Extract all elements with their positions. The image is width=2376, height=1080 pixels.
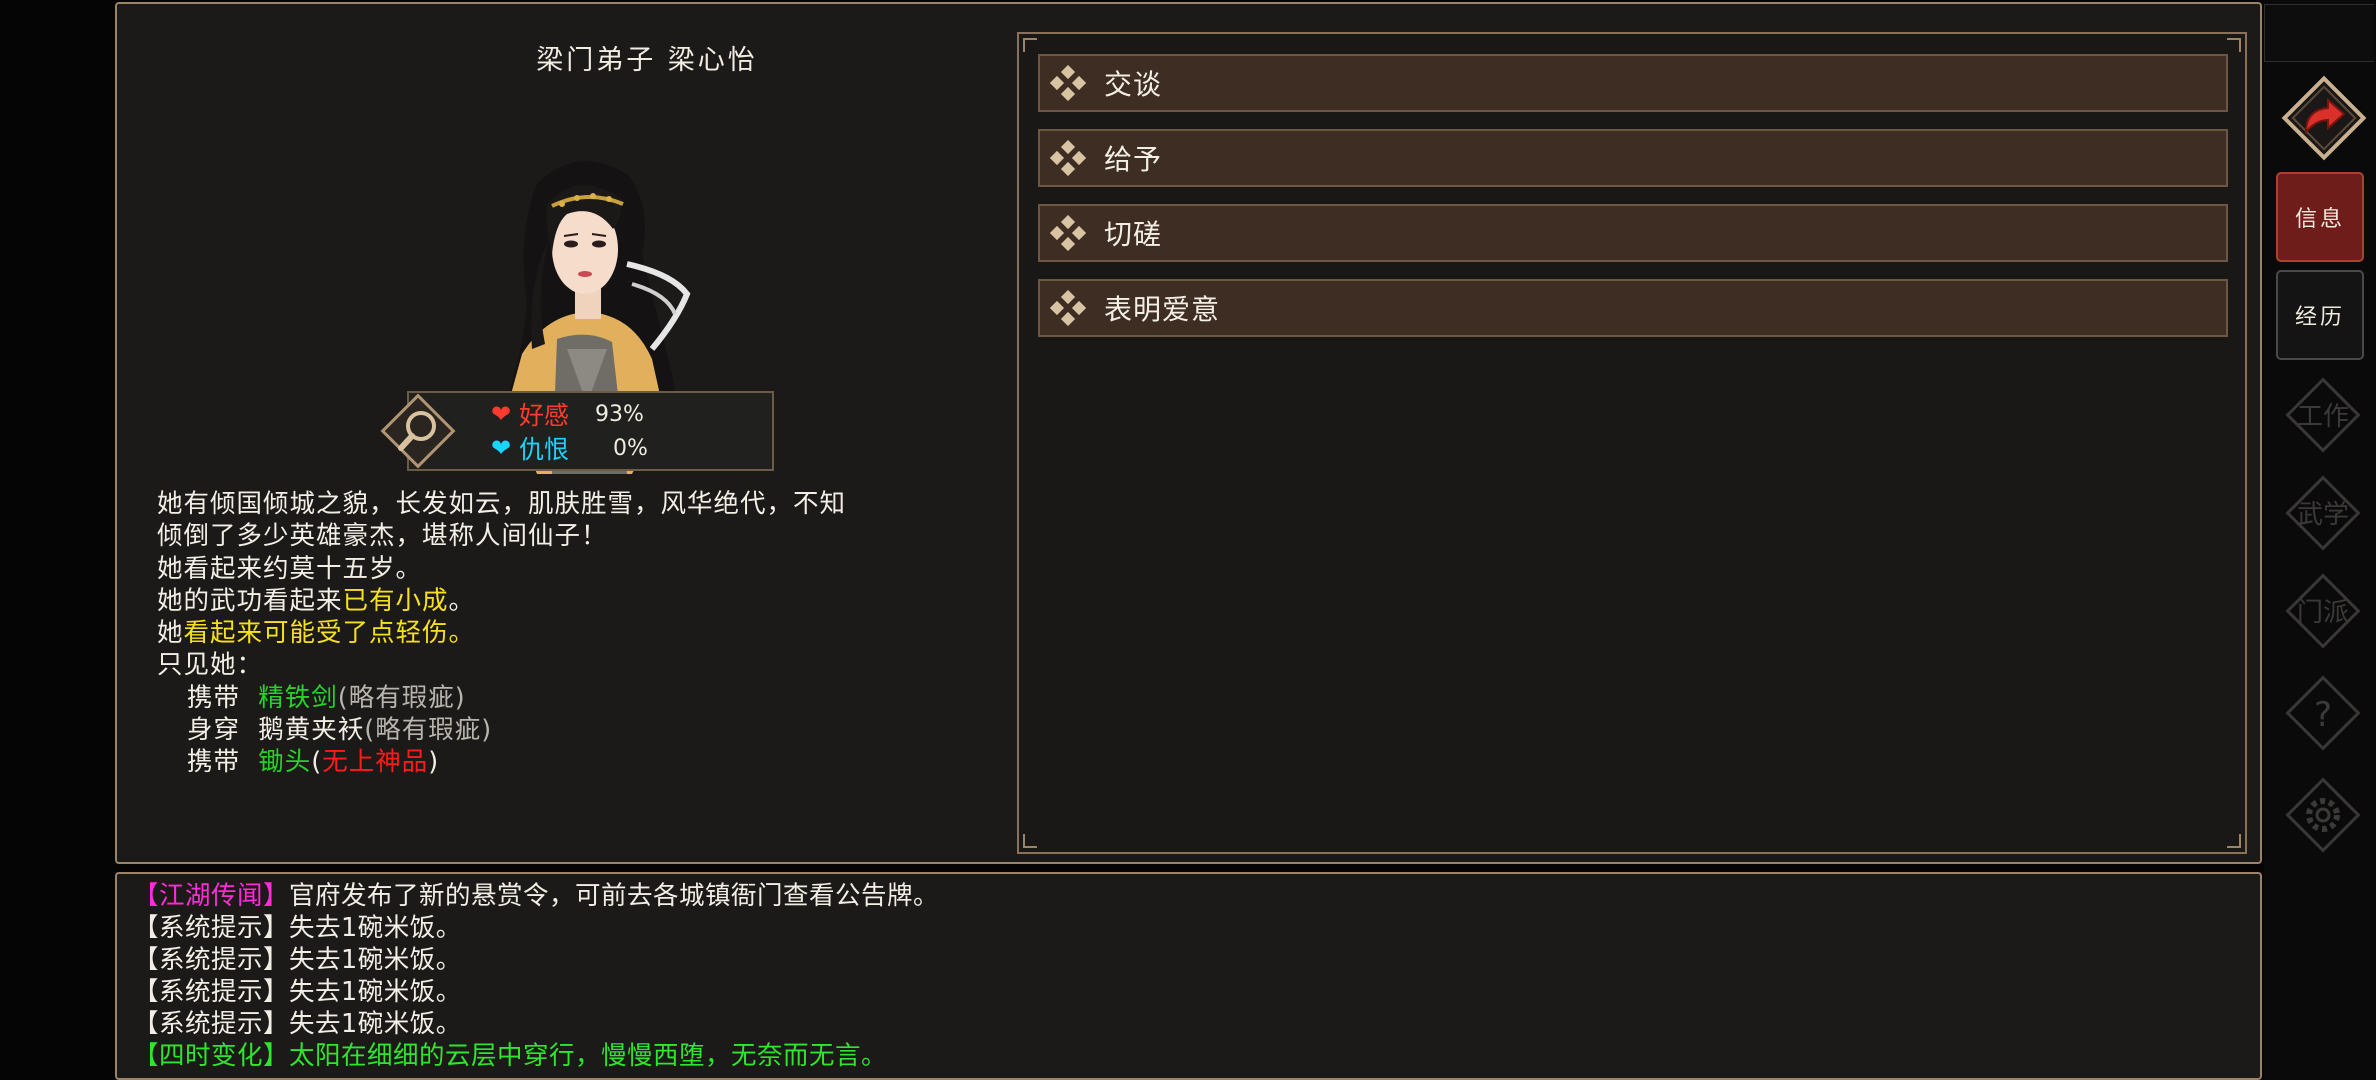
tab-info[interactable]: 信息 <box>2276 172 2364 262</box>
desc-line: 倾倒了多少英雄豪杰，堪称人间仙子！ <box>157 521 608 552</box>
equip-verb: 携带 <box>187 682 241 713</box>
desc-line: 她有倾国倾城之貌，长发如云，肌肤胜雪，风华绝代，不知 <box>157 489 847 519</box>
martial-level: 已有小成 <box>342 585 449 616</box>
tab-label: 工作 <box>2297 402 2349 432</box>
equip-paren: ( <box>364 715 376 746</box>
equip-paren: ( <box>311 747 323 778</box>
message-log[interactable]: 【江湖传闻】官府发布了新的悬赏令，可前去各城镇衙门查看公告牌。 【系统提示】失去… <box>115 872 2262 1080</box>
question-icon[interactable]: ? <box>2278 668 2368 758</box>
log-line: 【系统提示】失去1碗米饭。 <box>133 1008 2260 1040</box>
tab-label: 门派 <box>2297 598 2349 628</box>
option-spar[interactable]: 切磋 <box>1038 204 2228 262</box>
log-tag: 【江湖传闻】 <box>133 881 290 911</box>
equip-paren: ) <box>454 682 466 713</box>
hatred-value: 0% <box>613 435 648 461</box>
equipment-item: 身穿 鹅黄夹袄(略有瑕疵) <box>157 714 957 746</box>
option-label: 表明爱意 <box>1104 293 1221 326</box>
desc-text: 她的武功看起来 <box>157 585 343 616</box>
desc-line: 她看起来约莫十五岁。 <box>157 553 423 584</box>
log-tag: 【四时变化】 <box>133 1041 290 1071</box>
affection-value: 93% <box>595 401 644 427</box>
hatred-label: 仇恨 <box>519 435 570 464</box>
option-give[interactable]: 给予 <box>1038 129 2228 187</box>
log-line: 【四时变化】太阳在细细的云层中穿行，慢慢西堕，无奈而无言。 <box>133 1040 2260 1072</box>
equip-paren: ) <box>481 715 493 746</box>
option-confess[interactable]: 表明爱意 <box>1038 279 2228 337</box>
equip-verb: 身穿 <box>187 715 241 746</box>
interaction-options-panel: 交谈 给予 切磋 表明爱意 <box>1017 32 2247 854</box>
desc-text: 。 <box>448 618 476 649</box>
tab-history[interactable]: 经历 <box>2276 270 2364 360</box>
option-label: 切磋 <box>1104 218 1163 251</box>
log-line: 【系统提示】失去1碗米饭。 <box>133 912 2260 944</box>
side-menu: 信息 经历 工作 武学 门派 ? <box>2264 0 2376 1080</box>
log-text: 太阳在细细的云层中穿行，慢慢西堕，无奈而无言。 <box>289 1041 888 1071</box>
four-diamond-icon <box>1050 290 1086 326</box>
svg-text:?: ? <box>2314 695 2332 735</box>
equipment-item: 携带 精铁剑(略有瑕疵) <box>157 682 957 714</box>
log-text: 官府发布了新的悬赏令，可前去各城镇衙门查看公告牌。 <box>289 881 940 911</box>
desc-text: 。 <box>448 585 476 616</box>
equipment-item: 携带 锄头(无上神品) <box>157 746 957 778</box>
desc-text: 她 <box>157 618 184 649</box>
magnifier-icon[interactable] <box>375 388 461 474</box>
log-tag: 【系统提示】 <box>133 1009 290 1039</box>
equip-quality: 略有瑕疵 <box>375 715 482 746</box>
heart-icon: ❤ <box>491 434 512 462</box>
four-diamond-icon <box>1050 140 1086 176</box>
tab-work[interactable]: 工作 <box>2278 370 2368 460</box>
log-text: 失去1碗米饭。 <box>289 945 462 975</box>
four-diamond-icon <box>1050 65 1086 101</box>
option-label: 给予 <box>1104 143 1163 176</box>
gear-icon[interactable] <box>2278 770 2368 860</box>
log-text: 失去1碗米饭。 <box>289 1009 462 1039</box>
hatred-row: ❤ 仇恨 0% <box>491 431 648 465</box>
log-tag: 【系统提示】 <box>133 913 290 943</box>
character-panel: 梁门弟子 梁心怡 ❤ 好感 93% ❤ 仇恨 0% 她有倾国倾城之貌，长发如云，… <box>115 2 2262 864</box>
relationship-stats: ❤ 好感 93% ❤ 仇恨 0% <box>407 391 774 471</box>
equip-name: 精铁剑 <box>258 682 338 713</box>
equip-quality: 无上神品 <box>322 747 429 778</box>
log-tag: 【系统提示】 <box>133 977 290 1007</box>
side-menu-header <box>2264 4 2374 62</box>
log-text: 失去1碗米饭。 <box>289 913 462 943</box>
return-arrow-icon[interactable] <box>2276 70 2372 166</box>
option-talk[interactable]: 交谈 <box>1038 54 2228 112</box>
affection-label: 好感 <box>519 401 570 430</box>
equip-name: 锄头 <box>258 747 312 778</box>
health-status: 看起来可能受了点轻伤 <box>183 618 449 649</box>
tab-label: 信息 <box>2294 207 2345 232</box>
option-label: 交谈 <box>1104 68 1163 101</box>
log-text: 失去1碗米饭。 <box>289 977 462 1007</box>
desc-martial-line: 她的武功看起来已有小成。 <box>157 585 957 617</box>
desc-line: 只见她： <box>157 650 264 681</box>
tab-martial-arts[interactable]: 武学 <box>2278 468 2368 558</box>
game-screen: 梁门弟子 梁心怡 ❤ 好感 93% ❤ 仇恨 0% 她有倾国倾城之貌，长发如云，… <box>0 0 2376 1080</box>
log-tag: 【系统提示】 <box>133 945 290 975</box>
affection-row: ❤ 好感 93% <box>491 397 644 431</box>
npc-description: 她有倾国倾城之貌，长发如云，肌肤胜雪，风华绝代，不知 倾倒了多少英雄豪杰，堪称人… <box>157 488 957 779</box>
equip-quality: 略有瑕疵 <box>348 682 455 713</box>
desc-health-line: 她看起来可能受了点轻伤。 <box>157 617 957 649</box>
four-diamond-icon <box>1050 215 1086 251</box>
log-line: 【系统提示】失去1碗米饭。 <box>133 944 2260 976</box>
npc-title: 梁门弟子 梁心怡 <box>536 45 758 76</box>
equip-name: 鹅黄夹袄 <box>258 715 365 746</box>
equip-verb: 携带 <box>187 747 241 778</box>
log-line: 【江湖传闻】官府发布了新的悬赏令，可前去各城镇衙门查看公告牌。 <box>133 880 2260 912</box>
log-line: 【系统提示】失去1碗米饭。 <box>133 976 2260 1008</box>
tab-sect[interactable]: 门派 <box>2278 566 2368 656</box>
equip-paren: ( <box>337 682 349 713</box>
heart-icon: ❤ <box>491 400 512 428</box>
tab-label: 武学 <box>2297 500 2349 530</box>
tab-label: 经历 <box>2294 305 2345 330</box>
equip-paren: ) <box>428 747 440 778</box>
